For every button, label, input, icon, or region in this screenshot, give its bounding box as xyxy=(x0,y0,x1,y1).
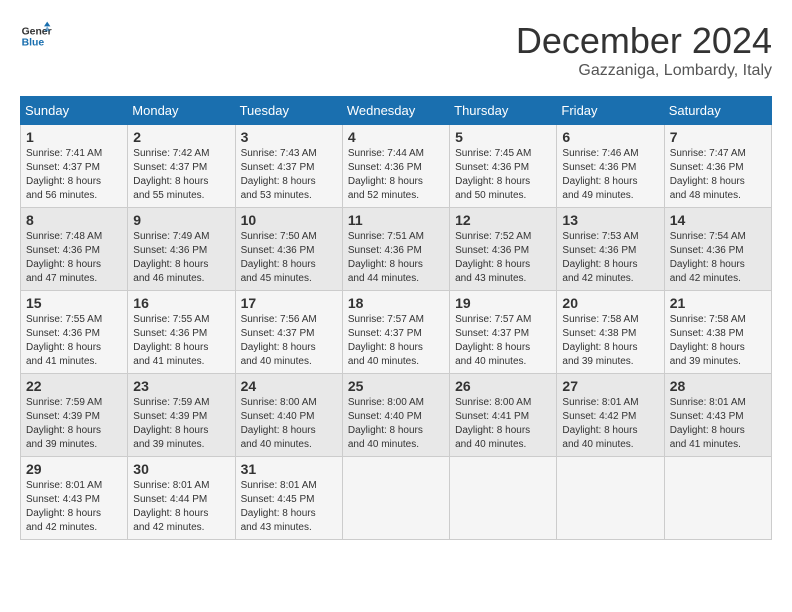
day-cell-empty-4-4 xyxy=(450,457,557,540)
day-cell-28: 28Sunrise: 8:01 AMSunset: 4:43 PMDayligh… xyxy=(664,374,771,457)
day-cell-15: 15Sunrise: 7:55 AMSunset: 4:36 PMDayligh… xyxy=(21,291,128,374)
day-cell-31: 31Sunrise: 8:01 AMSunset: 4:45 PMDayligh… xyxy=(235,457,342,540)
day-cell-empty-4-3 xyxy=(342,457,449,540)
page-header: General Blue December 2024 Gazzaniga, Lo… xyxy=(20,20,772,80)
col-friday: Friday xyxy=(557,97,664,125)
col-wednesday: Wednesday xyxy=(342,97,449,125)
col-monday: Monday xyxy=(128,97,235,125)
day-cell-8: 8Sunrise: 7:48 AMSunset: 4:36 PMDaylight… xyxy=(21,208,128,291)
day-cell-6: 6Sunrise: 7:46 AMSunset: 4:36 PMDaylight… xyxy=(557,125,664,208)
month-title: December 2024 xyxy=(516,20,772,62)
day-cell-19: 19Sunrise: 7:57 AMSunset: 4:37 PMDayligh… xyxy=(450,291,557,374)
day-cell-1: 1Sunrise: 7:41 AMSunset: 4:37 PMDaylight… xyxy=(21,125,128,208)
week-row-5: 29Sunrise: 8:01 AMSunset: 4:43 PMDayligh… xyxy=(21,457,772,540)
location-title: Gazzaniga, Lombardy, Italy xyxy=(516,62,772,80)
day-cell-7: 7Sunrise: 7:47 AMSunset: 4:36 PMDaylight… xyxy=(664,125,771,208)
week-row-3: 15Sunrise: 7:55 AMSunset: 4:36 PMDayligh… xyxy=(21,291,772,374)
day-cell-empty-4-6 xyxy=(664,457,771,540)
col-tuesday: Tuesday xyxy=(235,97,342,125)
day-cell-23: 23Sunrise: 7:59 AMSunset: 4:39 PMDayligh… xyxy=(128,374,235,457)
day-cell-2: 2Sunrise: 7:42 AMSunset: 4:37 PMDaylight… xyxy=(128,125,235,208)
week-row-2: 8Sunrise: 7:48 AMSunset: 4:36 PMDaylight… xyxy=(21,208,772,291)
title-section: December 2024 Gazzaniga, Lombardy, Italy xyxy=(516,20,772,80)
day-cell-30: 30Sunrise: 8:01 AMSunset: 4:44 PMDayligh… xyxy=(128,457,235,540)
day-cell-26: 26Sunrise: 8:00 AMSunset: 4:41 PMDayligh… xyxy=(450,374,557,457)
day-cell-16: 16Sunrise: 7:55 AMSunset: 4:36 PMDayligh… xyxy=(128,291,235,374)
day-cell-10: 10Sunrise: 7:50 AMSunset: 4:36 PMDayligh… xyxy=(235,208,342,291)
day-cell-25: 25Sunrise: 8:00 AMSunset: 4:40 PMDayligh… xyxy=(342,374,449,457)
svg-text:Blue: Blue xyxy=(22,38,45,49)
day-cell-4: 4Sunrise: 7:44 AMSunset: 4:36 PMDaylight… xyxy=(342,125,449,208)
day-cell-14: 14Sunrise: 7:54 AMSunset: 4:36 PMDayligh… xyxy=(664,208,771,291)
day-cell-20: 20Sunrise: 7:58 AMSunset: 4:38 PMDayligh… xyxy=(557,291,664,374)
day-cell-18: 18Sunrise: 7:57 AMSunset: 4:37 PMDayligh… xyxy=(342,291,449,374)
day-cell-22: 22Sunrise: 7:59 AMSunset: 4:39 PMDayligh… xyxy=(21,374,128,457)
day-cell-29: 29Sunrise: 8:01 AMSunset: 4:43 PMDayligh… xyxy=(21,457,128,540)
day-cell-12: 12Sunrise: 7:52 AMSunset: 4:36 PMDayligh… xyxy=(450,208,557,291)
header-row: Sunday Monday Tuesday Wednesday Thursday… xyxy=(21,97,772,125)
col-sunday: Sunday xyxy=(21,97,128,125)
logo: General Blue xyxy=(20,20,52,52)
col-saturday: Saturday xyxy=(664,97,771,125)
day-cell-24: 24Sunrise: 8:00 AMSunset: 4:40 PMDayligh… xyxy=(235,374,342,457)
day-cell-27: 27Sunrise: 8:01 AMSunset: 4:42 PMDayligh… xyxy=(557,374,664,457)
logo-icon: General Blue xyxy=(20,20,52,52)
day-cell-17: 17Sunrise: 7:56 AMSunset: 4:37 PMDayligh… xyxy=(235,291,342,374)
week-row-4: 22Sunrise: 7:59 AMSunset: 4:39 PMDayligh… xyxy=(21,374,772,457)
day-cell-3: 3Sunrise: 7:43 AMSunset: 4:37 PMDaylight… xyxy=(235,125,342,208)
day-cell-5: 5Sunrise: 7:45 AMSunset: 4:36 PMDaylight… xyxy=(450,125,557,208)
day-cell-11: 11Sunrise: 7:51 AMSunset: 4:36 PMDayligh… xyxy=(342,208,449,291)
day-cell-13: 13Sunrise: 7:53 AMSunset: 4:36 PMDayligh… xyxy=(557,208,664,291)
calendar-table: Sunday Monday Tuesday Wednesday Thursday… xyxy=(20,96,772,540)
week-row-1: 1Sunrise: 7:41 AMSunset: 4:37 PMDaylight… xyxy=(21,125,772,208)
day-cell-9: 9Sunrise: 7:49 AMSunset: 4:36 PMDaylight… xyxy=(128,208,235,291)
col-thursday: Thursday xyxy=(450,97,557,125)
day-cell-21: 21Sunrise: 7:58 AMSunset: 4:38 PMDayligh… xyxy=(664,291,771,374)
day-cell-empty-4-5 xyxy=(557,457,664,540)
